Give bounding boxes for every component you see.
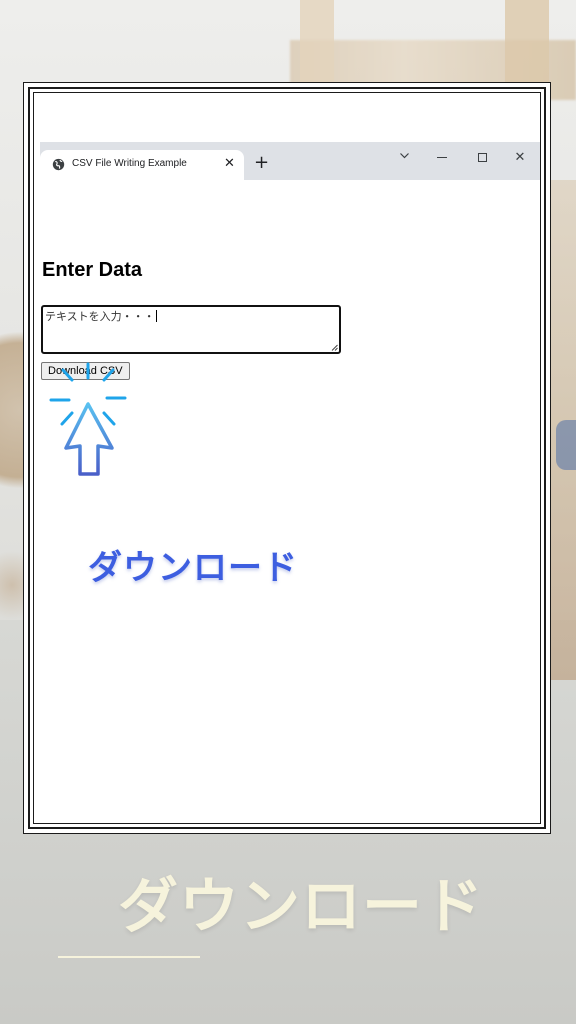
title-caption: ダウンロード — [118, 872, 484, 942]
tab-title: CSV File Writing Example — [72, 158, 187, 169]
close-icon[interactable]: ✕ — [224, 154, 235, 174]
browser-tab[interactable]: CSV File Writing Example ✕ — [40, 150, 244, 180]
plus-icon[interactable]: + — [254, 152, 269, 174]
window-close-icon[interactable]: ✕ — [508, 148, 532, 168]
click-cursor-icon — [49, 362, 127, 476]
browser-tab-bar: CSV File Writing Example ✕ + ✕ — [40, 142, 540, 180]
title-underline — [58, 956, 200, 958]
data-textarea[interactable]: テキストを入力・・・ — [41, 305, 341, 354]
minimize-icon[interactable] — [430, 148, 454, 168]
page-heading: Enter Data — [42, 259, 143, 281]
background-pillow — [556, 420, 576, 470]
globe-icon — [52, 158, 65, 171]
chevron-down-icon[interactable] — [392, 148, 416, 168]
download-caption: ダウンロード — [88, 548, 298, 588]
resize-grip-icon[interactable] — [331, 344, 338, 351]
maximize-icon[interactable] — [470, 148, 494, 168]
textarea-value: テキストを入力・・・ — [45, 310, 157, 323]
